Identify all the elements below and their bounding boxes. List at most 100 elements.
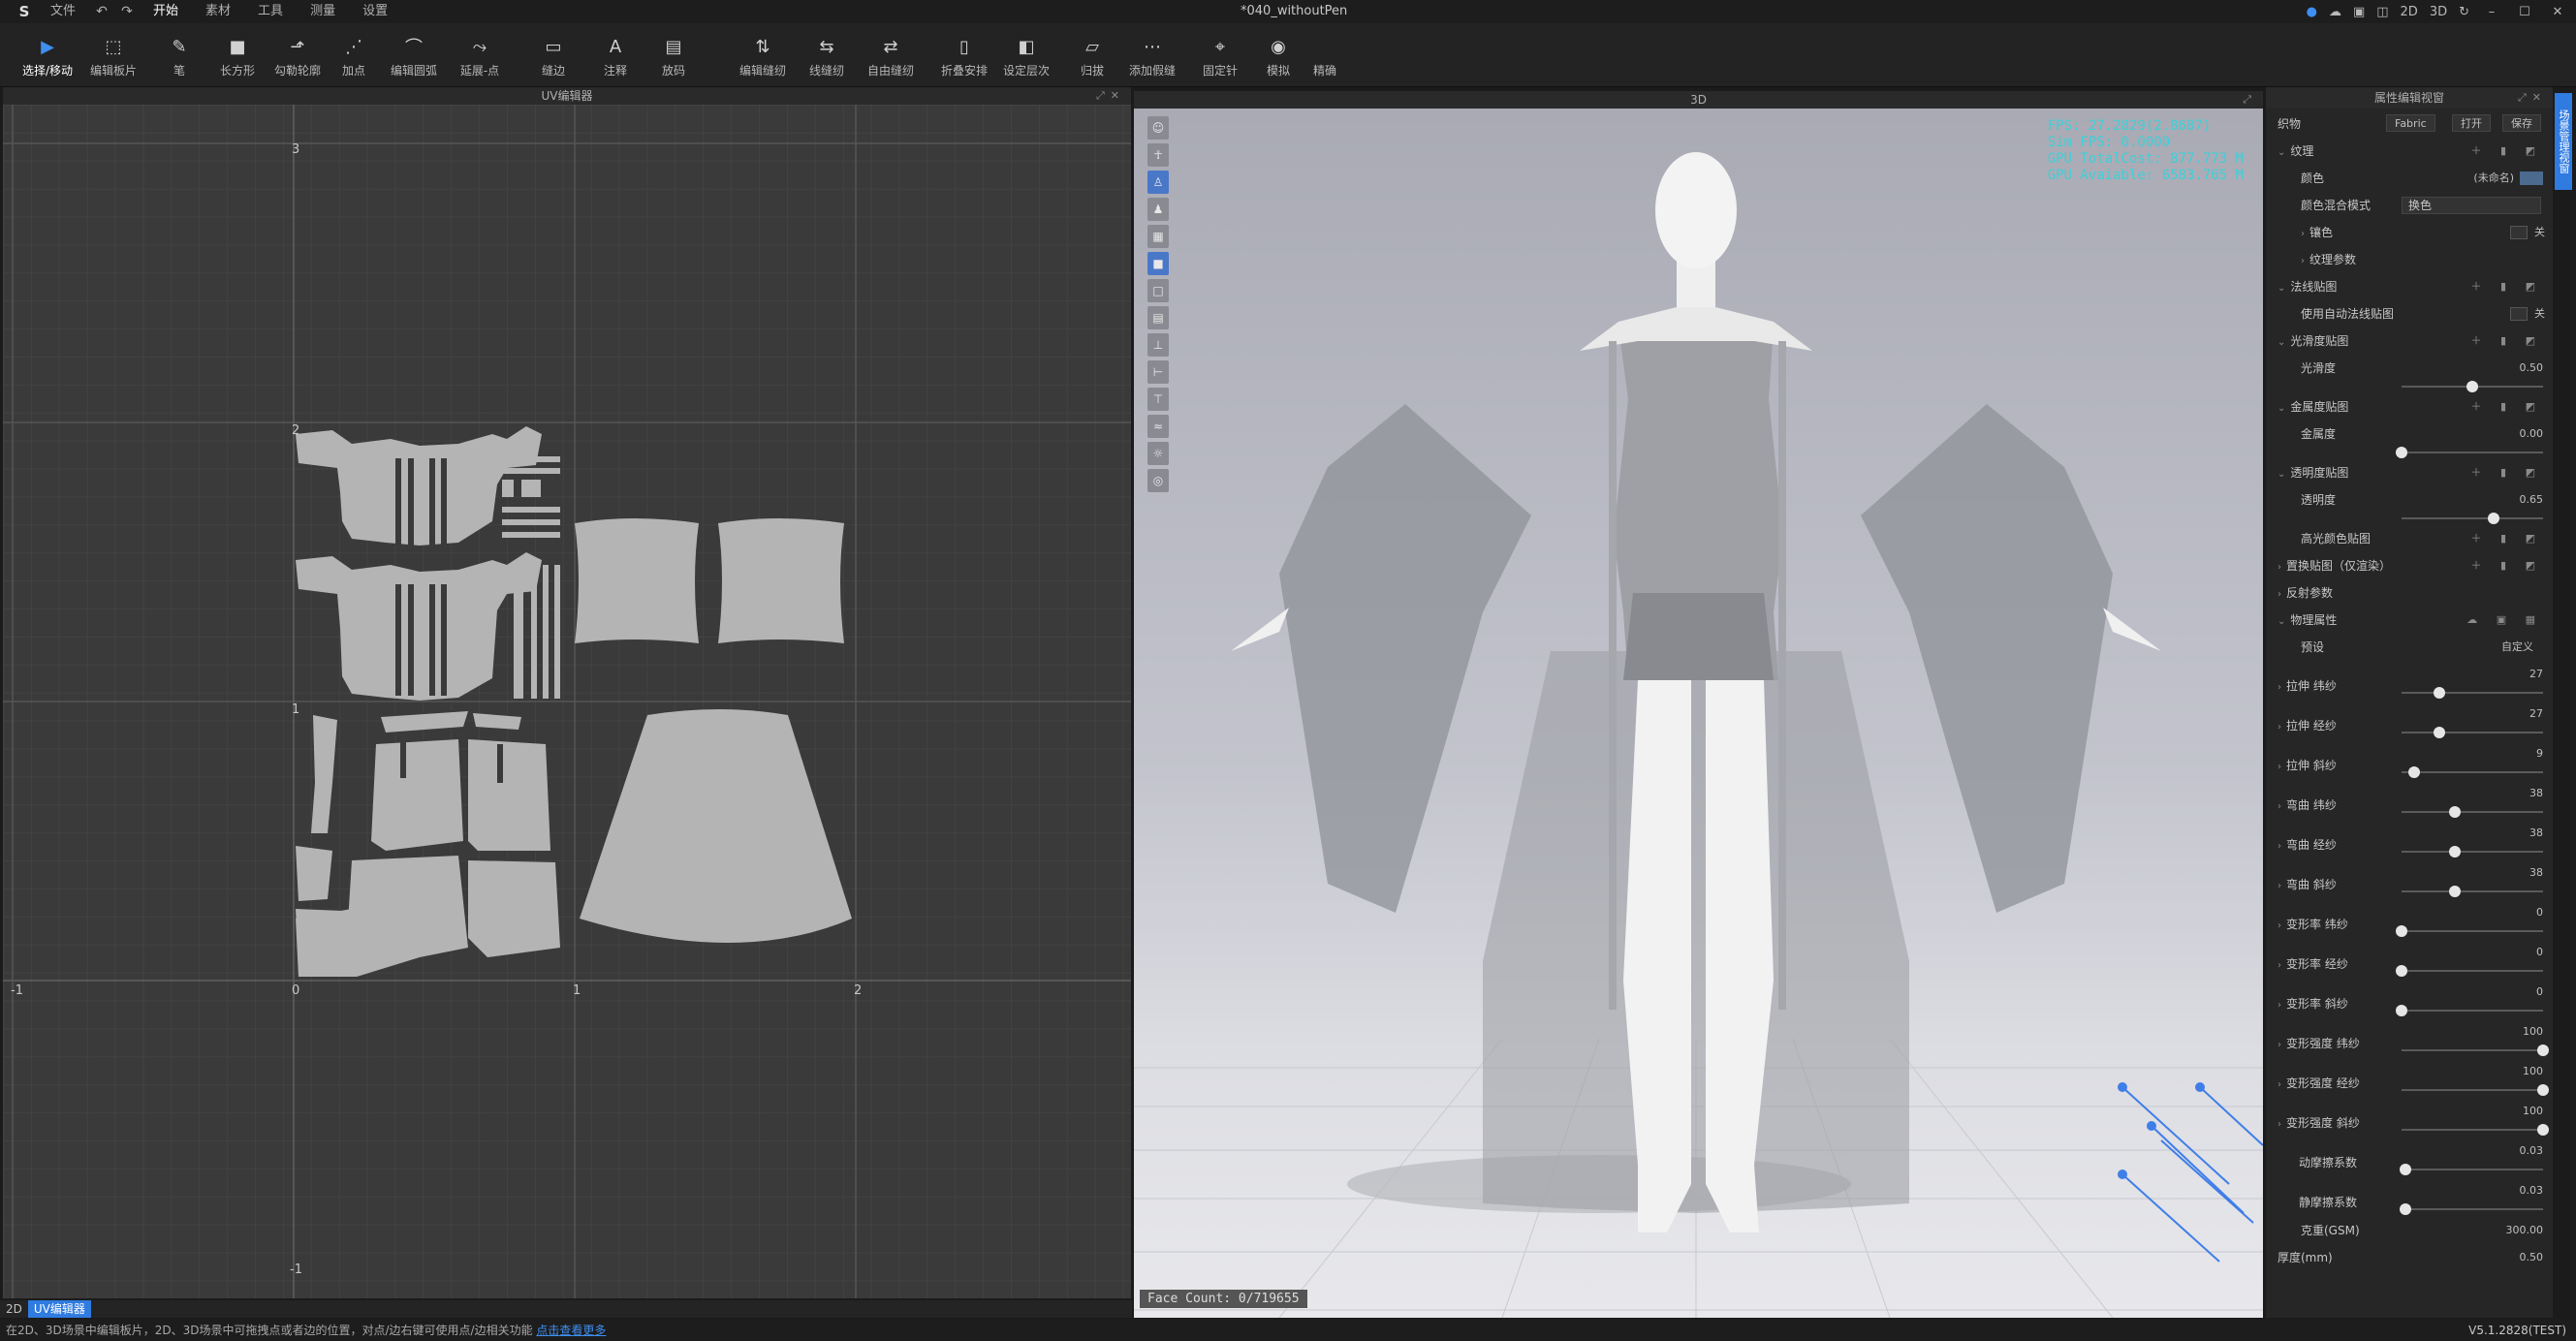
maximize-icon[interactable]: ☐ <box>2514 5 2535 19</box>
slider-knob[interactable] <box>2396 447 2407 458</box>
viewport-3d[interactable]: ☺ ☥ ♙ ♟ ▦ ■ □ ▤ ⊥ ⊢ ⊤ ≈ ☼ ◎ FPS: 27.2829… <box>1134 109 2263 1318</box>
expand-arrow-icon[interactable]: › <box>2278 1000 2281 1011</box>
expand-arrow-icon[interactable]: ⌄ <box>2278 147 2285 158</box>
uv-piece-cuff[interactable] <box>296 846 332 901</box>
fabric-type-button[interactable]: Fabric <box>2386 114 2435 132</box>
uv-piece-strip[interactable] <box>502 468 560 474</box>
expand-arrow-icon[interactable]: › <box>2278 881 2281 891</box>
expand-arrow-icon[interactable]: › <box>2278 960 2281 971</box>
uv-piece-shorts-back[interactable] <box>468 739 550 851</box>
undo-icon[interactable]: ↶ <box>89 4 114 19</box>
uv-editor-canvas[interactable]: 3 2 1 -1 -1 0 1 2 <box>3 105 1131 1298</box>
tool-pin-icon[interactable]: ⊥ <box>1147 333 1169 357</box>
slider-knob[interactable] <box>2396 1005 2407 1016</box>
panel-controls-icon[interactable]: ⤢✕ <box>1096 87 1125 105</box>
expand-arrow-icon[interactable]: › <box>2278 722 2281 733</box>
uv-piece-strip[interactable] <box>502 456 560 462</box>
tab-uv-editor[interactable]: UV编辑器 <box>27 1300 91 1318</box>
slider-knob[interactable] <box>2400 1203 2412 1215</box>
uv-piece-lower[interactable] <box>296 909 357 977</box>
split-view-icon[interactable]: ◫ <box>2376 5 2388 19</box>
view-2d-button[interactable]: 2D <box>2401 5 2418 19</box>
slider-knob[interactable] <box>2537 1045 2549 1056</box>
ribbon-right[interactable] <box>1778 341 1786 1010</box>
row-action-icons[interactable]: ＋ ▮ ◩ <box>2471 277 2543 296</box>
expand-arrow-icon[interactable]: › <box>2278 589 2281 600</box>
uv-piece-strip[interactable] <box>502 519 560 525</box>
slider-knob[interactable] <box>2537 1124 2549 1136</box>
slider-knob[interactable] <box>2449 806 2462 818</box>
uv-piece-skirt-back[interactable] <box>468 860 560 957</box>
expand-arrow-icon[interactable]: ⌄ <box>2278 283 2285 294</box>
uv-piece-strip[interactable] <box>521 480 541 497</box>
physics-slider[interactable] <box>2402 1045 2549 1056</box>
menu-file[interactable]: 文件 <box>37 0 89 23</box>
slider-knob[interactable] <box>2434 687 2446 699</box>
row-action-icons[interactable]: ＋ ▮ ◩ <box>2471 556 2543 576</box>
expand-arrow-icon[interactable]: ⌄ <box>2278 469 2285 480</box>
physics-slider[interactable] <box>2400 1164 2543 1175</box>
row-action-icons[interactable]: ＋ ▮ ◩ <box>2471 397 2543 417</box>
tool-free-sewing[interactable]: ⇄ 自由缝纫 <box>857 33 925 83</box>
tool-add-point[interactable]: ⋰ 加点 <box>320 33 388 83</box>
gloss-row-slider[interactable] <box>2402 381 2543 392</box>
tool-outline-icon[interactable]: □ <box>1147 279 1169 302</box>
row-action-icons[interactable]: ＋ ▮ ◩ <box>2471 331 2543 351</box>
expand-arrow-icon[interactable]: › <box>2278 920 2281 931</box>
metal-row-slider[interactable] <box>2396 447 2543 458</box>
slider-knob[interactable] <box>2466 381 2478 392</box>
tool-edit-curve[interactable]: ⌒ 编辑圆弧 <box>380 33 448 83</box>
expand-arrow-icon[interactable]: › <box>2278 1119 2281 1130</box>
tool-body-icon[interactable]: ♟ <box>1147 198 1169 221</box>
row-action-icons[interactable]: ＋ ▮ ◩ <box>2471 141 2543 161</box>
physics-slider[interactable] <box>2396 925 2543 937</box>
tool-edit-sewing[interactable]: ⇅ 编辑缝纫 <box>729 33 797 83</box>
thickness-value[interactable]: 0.50 <box>2520 1248 2544 1267</box>
expand-arrow-icon[interactable]: › <box>2301 256 2305 266</box>
uv-piece-strip[interactable] <box>554 565 560 699</box>
uv-piece-sleeve-strip[interactable] <box>311 715 337 833</box>
panel-expand-icon[interactable]: ⤢ <box>2243 91 2257 109</box>
shorts-3d[interactable] <box>1623 593 1774 680</box>
tool-seam-allowance[interactable]: ▭ 缝边 <box>519 33 587 83</box>
expand-arrow-icon[interactable]: › <box>2278 801 2281 812</box>
user-avatar-icon[interactable]: ● <box>2307 5 2317 19</box>
sleeve-left[interactable] <box>1279 404 1531 913</box>
physics-slider[interactable] <box>2402 687 2543 699</box>
physics-slider[interactable] <box>2402 1084 2549 1096</box>
physics-slider[interactable] <box>2402 806 2543 818</box>
cloud-icon[interactable]: ☁ <box>2329 5 2341 19</box>
slider-knob[interactable] <box>2487 513 2499 524</box>
tool-floor-icon[interactable]: ⊤ <box>1147 388 1169 411</box>
wind-arrows[interactable] <box>2118 1082 2263 1263</box>
expand-arrow-icon[interactable]: › <box>2278 562 2281 573</box>
slider-knob[interactable] <box>2449 846 2462 858</box>
expand-arrow-icon[interactable]: ⌄ <box>2278 403 2285 414</box>
expand-arrow-icon[interactable]: › <box>2301 229 2305 239</box>
scene-manager-tab[interactable]: 场景管理视窗 <box>2555 93 2572 190</box>
uv-piece-strip[interactable] <box>502 480 514 497</box>
row-action-icons[interactable]: ＋ ▮ ◩ <box>2471 463 2543 483</box>
uv-piece-overskirt[interactable] <box>580 709 852 943</box>
expand-arrow-icon[interactable]: ⌄ <box>2278 337 2285 348</box>
tool-grid-icon[interactable]: ▤ <box>1147 306 1169 329</box>
menu-start[interactable]: 开始 <box>140 0 192 23</box>
tool-light-icon[interactable]: ☼ <box>1147 442 1169 465</box>
color-swatch[interactable] <box>2520 172 2543 185</box>
redo-icon[interactable]: ↷ <box>114 4 140 19</box>
physics-slider[interactable] <box>2400 1203 2543 1215</box>
layout-icon[interactable]: ▣ <box>2353 5 2365 19</box>
tool-skeleton-icon[interactable]: ☥ <box>1147 143 1169 167</box>
ribbon-left[interactable] <box>1609 341 1617 1010</box>
open-button[interactable]: 打开 <box>2452 114 2491 132</box>
uv-piece-strip[interactable] <box>514 565 523 699</box>
physics-slider[interactable] <box>2396 1005 2543 1016</box>
physics-slider[interactable] <box>2402 766 2543 778</box>
tool-grading[interactable]: ▤ 放码 <box>640 33 707 83</box>
menu-tools[interactable]: 工具 <box>244 0 297 23</box>
uv-piece-band[interactable] <box>473 713 521 730</box>
expand-arrow-icon[interactable]: › <box>2278 1079 2281 1090</box>
refresh-icon[interactable]: ↻ <box>2459 5 2469 19</box>
slider-knob[interactable] <box>2408 766 2421 778</box>
menu-settings[interactable]: 设置 <box>349 0 401 23</box>
